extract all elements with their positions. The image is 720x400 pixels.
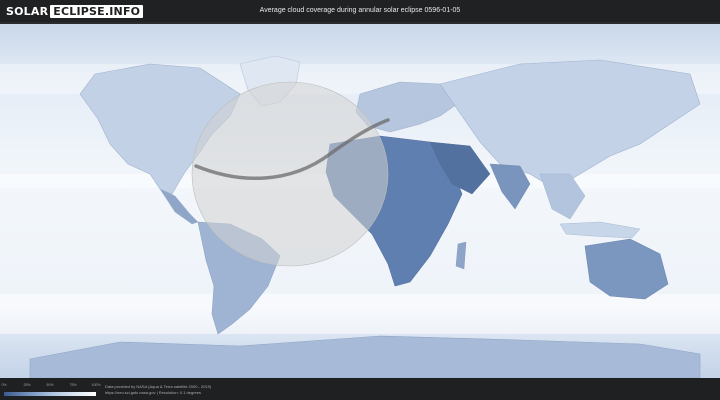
credit-line-2[interactable]: https://neo.sci.gsfc.nasa.gov | Resoluti… [105,390,211,396]
legend-ticks: 0% 25% 50% 75% 100% [1,383,100,389]
legend-tick-50: 50% [46,383,54,387]
legend-tick-75: 75% [69,383,77,387]
cloud-coverage-legend-bar [4,392,96,396]
data-credit: Data provided by NASA (Aqua & Terra sate… [105,384,211,396]
page-title: Average cloud coverage during annular so… [259,7,461,14]
legend-tick-100: 100% [91,383,101,387]
world-map-svg [0,24,720,378]
legend-tick-25: 25% [23,383,31,387]
cloud-coverage-map [0,24,720,378]
legend-tick-0: 0% [1,383,7,387]
cloud-band-south [0,294,720,334]
